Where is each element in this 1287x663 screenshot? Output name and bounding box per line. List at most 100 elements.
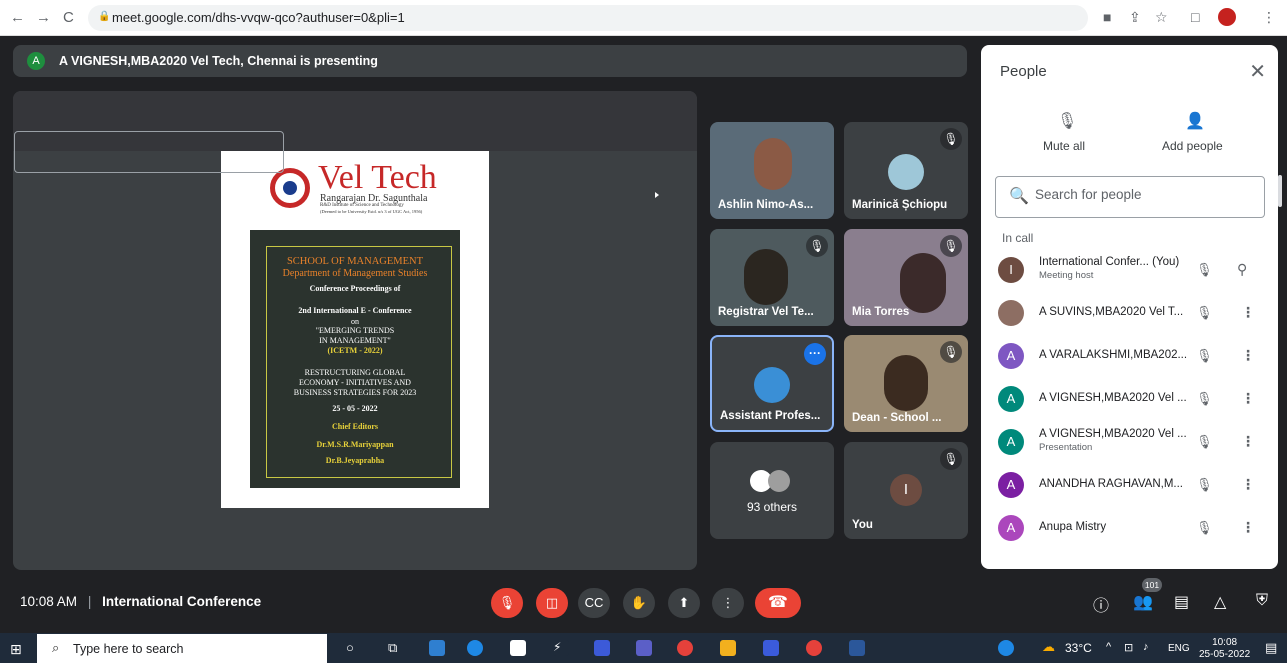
notifications-icon[interactable]: ▤: [1265, 640, 1277, 656]
person-row[interactable]: A ANANDHA RAGHAVAN,M... 🎙 ⋮: [981, 467, 1278, 507]
slide-theme-2: IN MANAGEMENT": [319, 336, 391, 345]
reload-icon[interactable]: C: [63, 9, 74, 26]
back-icon[interactable]: ←: [10, 9, 25, 26]
person-row[interactable]: I International Confer... (You) Meeting ho…: [981, 252, 1278, 292]
language-indicator[interactable]: ENG: [1168, 643, 1190, 654]
mute-all-icon[interactable]: 🎙: [1057, 111, 1077, 131]
participant-tile[interactable]: ··· Assistant Profes...: [710, 335, 834, 432]
more-vert-icon[interactable]: ⋮: [1241, 347, 1255, 364]
mic-off-icon: 🎙: [940, 341, 962, 363]
participant-tile[interactable]: 🎙 Dean - School ...: [844, 335, 968, 432]
person-row[interactable]: A A VIGNESH,MBA2020 Vel ... Presentation 🎙 ⋮: [981, 424, 1278, 464]
participant-tile[interactable]: 🎙 Mia Torres: [844, 229, 968, 326]
side-panel-icon[interactable]: □: [1191, 9, 1199, 25]
host-controls-icon[interactable]: ⛨: [1256, 592, 1268, 610]
end-call-button[interactable]: ☎: [755, 588, 801, 618]
divider: |: [87, 594, 92, 609]
edge-browser-icon[interactable]: [467, 640, 483, 656]
participant-avatar: [888, 154, 924, 190]
person-row[interactable]: A Anupa Mistry 🎙 ⋮: [981, 510, 1278, 550]
person-avatar: A: [998, 429, 1024, 455]
windows-start-icon[interactable]: ⊞: [10, 641, 22, 658]
participant-tile[interactable]: 🎙 Marinică Șchiopu: [844, 122, 968, 219]
people-icon[interactable]: 👥: [1133, 592, 1153, 612]
volume-icon[interactable]: ♪: [1143, 641, 1149, 653]
weather-icon[interactable]: ☁: [1042, 639, 1055, 655]
add-people-button[interactable]: Add people: [1162, 139, 1223, 153]
tray-chevron-icon[interactable]: ^: [1106, 641, 1111, 653]
task-view-icon[interactable]: ⧉: [388, 640, 397, 656]
more-vert-icon[interactable]: ⋮: [1241, 519, 1255, 536]
help-icon[interactable]: [998, 640, 1014, 656]
app-icon[interactable]: [763, 640, 779, 656]
more-vert-icon[interactable]: ⋮: [1241, 433, 1255, 450]
add-person-icon[interactable]: 👤: [1185, 111, 1205, 131]
file-explorer-icon[interactable]: [720, 640, 736, 656]
menu-icon[interactable]: ⋮: [1262, 9, 1276, 26]
meeting-name: International Conference: [102, 594, 262, 609]
app-icon[interactable]: [594, 640, 610, 656]
others-tile[interactable]: 93 others: [710, 442, 834, 539]
profile-avatar[interactable]: [1218, 8, 1236, 26]
more-options-icon[interactable]: ···: [804, 343, 826, 365]
word-icon[interactable]: [849, 640, 865, 656]
present-button[interactable]: ⬆: [668, 588, 700, 618]
person-row[interactable]: A A VIGNESH,MBA2020 Vel ... 🎙 ⋮: [981, 381, 1278, 421]
taskbar-clock[interactable]: 10:08 25-05-2022: [1199, 637, 1250, 661]
cortana-icon[interactable]: ○: [346, 640, 354, 655]
forward-icon[interactable]: →: [36, 9, 51, 26]
panel-scrollbar[interactable]: [1278, 175, 1282, 207]
person-avatar: A: [998, 515, 1024, 541]
lock-icon[interactable]: 🔒: [98, 11, 110, 22]
more-vert-icon[interactable]: ⋮: [1241, 476, 1255, 493]
slide-school: SCHOOL OF MANAGEMENT: [286, 256, 424, 267]
participant-name: Ashlin Nimo-As...: [718, 199, 814, 211]
chrome-icon[interactable]: [677, 640, 693, 656]
cursor-icon: [655, 192, 659, 198]
participant-tile[interactable]: 🎙 Registrar Vel Te...: [710, 229, 834, 326]
search-input[interactable]: [14, 131, 284, 173]
pin-icon[interactable]: ⚲: [1237, 261, 1247, 278]
others-count: 93 others: [746, 500, 798, 514]
camera-icon[interactable]: ■: [1103, 9, 1111, 25]
participant-tile[interactable]: Ashlin Nimo-As...: [710, 122, 834, 219]
mic-off-icon: 🎙: [806, 235, 828, 257]
raise-hand-button[interactable]: ✋: [623, 588, 655, 618]
url-text[interactable]: meet.google.com/dhs-vvqw-qco?authuser=0&…: [112, 10, 405, 25]
more-vert-icon[interactable]: ⋮: [1241, 304, 1255, 321]
participant-video: [884, 355, 928, 411]
bookmark-star-icon[interactable]: ☆: [1155, 9, 1168, 26]
mic-off-icon: 🎙: [1196, 305, 1213, 320]
chat-icon[interactable]: ▤: [1174, 592, 1189, 612]
camera-off-button[interactable]: ◫: [536, 588, 568, 618]
meeting-details-icon[interactable]: ⓘ: [1093, 592, 1109, 616]
meeting-info: 10:08 AM | International Conference: [20, 594, 261, 609]
teams-icon[interactable]: [636, 640, 652, 656]
mute-all-button[interactable]: Mute all: [1043, 139, 1085, 153]
amazon-app-icon[interactable]: [510, 640, 526, 656]
self-tile[interactable]: 🎙 I You: [844, 442, 968, 539]
share-icon[interactable]: ⇪: [1129, 9, 1141, 26]
slide-icetm: (ICETM - 2022): [327, 346, 383, 355]
person-row[interactable]: A SUVINS,MBA2020 Vel T... 🎙 ⋮: [981, 295, 1278, 335]
person-name: A VIGNESH,MBA2020 Vel ...: [1039, 428, 1187, 440]
microphone-off-button[interactable]: 🎙: [491, 588, 523, 618]
person-row[interactable]: A A VARALAKSHMI,MBA202... 🎙 ⋮: [981, 338, 1278, 378]
mail-app-icon[interactable]: [429, 640, 445, 656]
more-vert-icon[interactable]: ⋮: [1241, 390, 1255, 407]
network-icon[interactable]: ⊡: [1124, 641, 1133, 654]
mic-off-icon: 🎙: [1196, 434, 1213, 449]
chrome-icon[interactable]: [806, 640, 822, 656]
slide-conference: 2nd International E - Conference: [298, 306, 412, 315]
captions-button[interactable]: CC: [578, 588, 610, 618]
temperature[interactable]: 33°C: [1065, 641, 1092, 655]
mic-off-icon: 🎙: [1196, 348, 1213, 363]
current-time: 10:08 AM: [20, 594, 78, 609]
close-icon[interactable]: ✕: [1249, 59, 1266, 84]
mic-off-icon: 🎙: [1196, 477, 1213, 492]
search-field[interactable]: [995, 176, 1265, 218]
more-options-button[interactable]: ⋮: [712, 588, 744, 618]
bolt-app-icon[interactable]: ⚡: [553, 640, 569, 656]
person-role: Meeting host: [1039, 270, 1094, 281]
activities-icon[interactable]: △: [1214, 592, 1226, 612]
